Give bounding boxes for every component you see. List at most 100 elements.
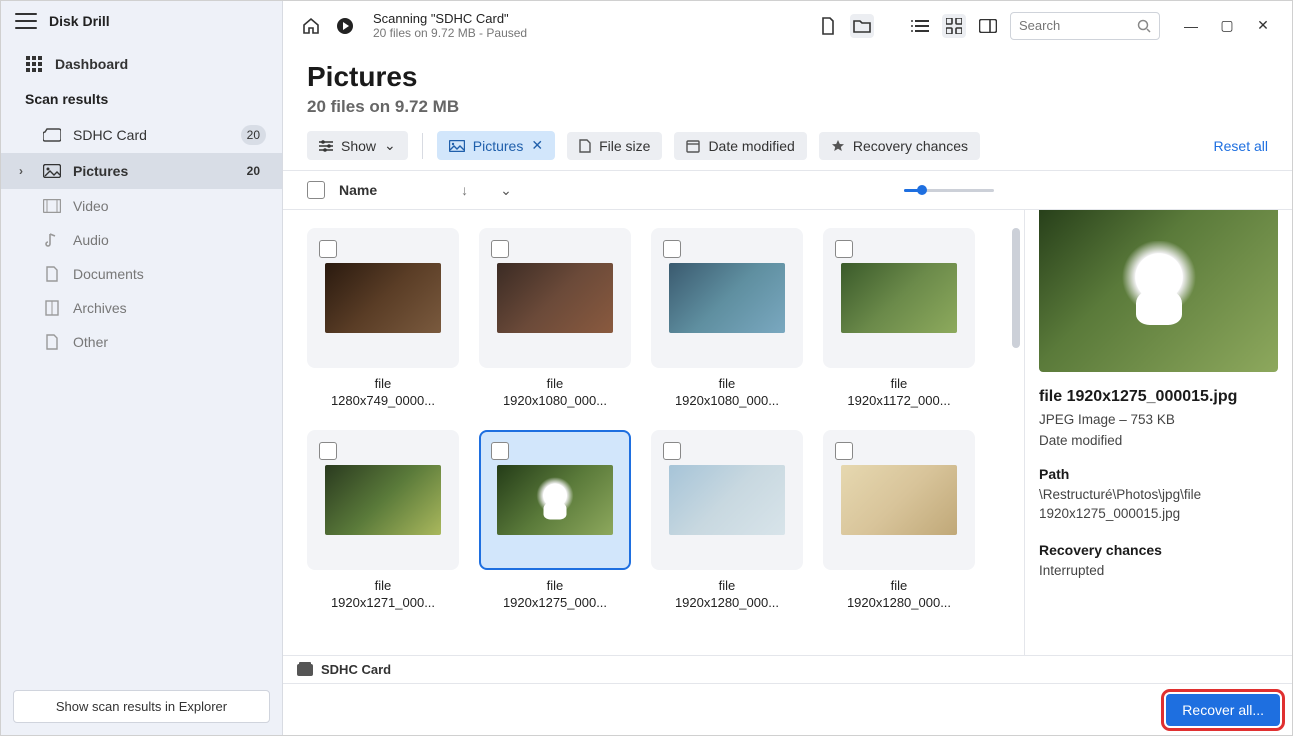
thumbnail-checkbox[interactable] <box>319 442 337 460</box>
music-icon <box>43 231 61 249</box>
status-bar: SDHC Card <box>283 655 1292 683</box>
thumbnail[interactable] <box>307 430 459 570</box>
thumbnail-image <box>841 465 957 535</box>
thumbnail[interactable] <box>823 228 975 368</box>
scan-subtitle: 20 files on 9.72 MB - Paused <box>373 26 527 40</box>
select-all-checkbox[interactable] <box>307 181 325 199</box>
main: Scanning "SDHC Card" 20 files on 9.72 MB… <box>283 1 1292 735</box>
folder-toggle-icon[interactable] <box>850 14 874 38</box>
sidebar-item-label: Documents <box>73 266 144 282</box>
reset-all-link[interactable]: Reset all <box>1214 138 1268 154</box>
thumbnail-card[interactable]: file1920x1280_000... <box>651 430 803 612</box>
file-icon <box>43 333 61 351</box>
detail-type-size: JPEG Image – 753 KB <box>1039 412 1278 427</box>
thumbnail[interactable] <box>823 430 975 570</box>
thumbnail-card[interactable]: file1920x1271_000... <box>307 430 459 612</box>
thumbnail-card[interactable]: file1920x1275_000... <box>479 430 631 612</box>
badge: 20 <box>241 125 266 145</box>
close-icon[interactable]: ✕ <box>1256 19 1270 33</box>
sidebar-item-label: SDHC Card <box>73 127 147 143</box>
remove-filter-icon[interactable]: ✕ <box>531 137 543 154</box>
thumbnail-card[interactable]: file1920x1080_000... <box>479 228 631 410</box>
thumbnail-checkbox[interactable] <box>835 240 853 258</box>
thumbnail-card[interactable]: file1920x1280_000... <box>823 430 975 612</box>
search-field[interactable] <box>1019 18 1119 33</box>
preview-image <box>1039 210 1278 372</box>
name-column[interactable]: Name <box>339 182 377 198</box>
thumbnail[interactable] <box>307 228 459 368</box>
sidebar-item-other[interactable]: Other <box>1 325 282 359</box>
thumbnail[interactable] <box>651 430 803 570</box>
doc-toggle-icon[interactable] <box>816 14 840 38</box>
file-icon <box>579 139 591 153</box>
sidebar: Disk Drill Dashboard Scan results SDHC C… <box>1 1 283 735</box>
sidebar-item-label: Audio <box>73 232 109 248</box>
detail-path-label: Path <box>1039 466 1278 482</box>
play-icon[interactable] <box>333 14 357 38</box>
sdcard-icon <box>297 664 313 676</box>
thumbnail-image <box>497 465 613 535</box>
thumbnail-checkbox[interactable] <box>835 442 853 460</box>
thumbnail-checkbox[interactable] <box>319 240 337 258</box>
thumbnail[interactable] <box>651 228 803 368</box>
detail-recovery-value: Interrupted <box>1039 562 1278 581</box>
thumbnail-filename: file1280x749_0000... <box>331 376 435 410</box>
thumbnail[interactable] <box>479 228 631 368</box>
sliders-icon <box>319 140 333 152</box>
sidebar-item-video[interactable]: Video <box>1 189 282 223</box>
image-icon <box>449 140 465 152</box>
badge: 20 <box>241 161 266 181</box>
recovery-chances-filter-chip[interactable]: Recovery chances <box>819 132 980 160</box>
sidebar-item-pictures[interactable]: › Pictures 20 <box>1 153 282 189</box>
zoom-slider[interactable] <box>904 189 994 192</box>
show-filter-chip[interactable]: Show ⌄ <box>307 131 408 160</box>
search-input[interactable] <box>1010 12 1160 40</box>
sidebar-item-sdhc[interactable]: SDHC Card 20 <box>1 117 282 153</box>
maximize-icon[interactable]: ▢ <box>1220 19 1234 33</box>
thumbnail[interactable] <box>479 430 631 570</box>
panel-toggle-icon[interactable] <box>976 14 1000 38</box>
thumbnail-checkbox[interactable] <box>491 442 509 460</box>
detail-recovery-label: Recovery chances <box>1039 542 1278 558</box>
thumbnail-checkbox[interactable] <box>663 442 681 460</box>
minimize-icon[interactable]: ― <box>1184 19 1198 33</box>
hamburger-icon[interactable] <box>15 13 37 29</box>
star-icon <box>831 139 845 153</box>
sidebar-item-label: Pictures <box>73 163 128 179</box>
file-size-filter-chip[interactable]: File size <box>567 132 662 160</box>
thumbnail-card[interactable]: file1920x1172_000... <box>823 228 975 410</box>
sidebar-item-label: Archives <box>73 300 127 316</box>
sidebar-item-documents[interactable]: Documents <box>1 257 282 291</box>
thumbnail-filename: file1920x1275_000... <box>503 578 607 612</box>
thumbnail-checkbox[interactable] <box>663 240 681 258</box>
recover-all-button[interactable]: Recover all... <box>1166 694 1280 726</box>
scrollbar[interactable] <box>1012 228 1020 348</box>
sidebar-item-dashboard[interactable]: Dashboard <box>1 47 282 81</box>
image-icon <box>43 162 61 180</box>
film-icon <box>43 197 61 215</box>
chevron-down-icon[interactable]: ⌄ <box>500 182 512 199</box>
thumbnail-image <box>325 465 441 535</box>
list-view-icon[interactable] <box>908 14 932 38</box>
document-icon <box>43 265 61 283</box>
thumbnail-card[interactable]: file1920x1080_000... <box>651 228 803 410</box>
sidebar-item-label: Other <box>73 334 108 350</box>
home-icon[interactable] <box>299 14 323 38</box>
show-in-explorer-button[interactable]: Show scan results in Explorer <box>13 690 270 723</box>
divider <box>422 133 423 159</box>
calendar-icon <box>686 139 700 153</box>
detail-panel: file 1920x1275_000015.jpg JPEG Image – 7… <box>1024 210 1292 655</box>
thumbnail-filename: file1920x1280_000... <box>847 578 951 612</box>
thumbnail-grid: file1280x749_0000... file1920x1080_000...… <box>307 228 1000 612</box>
thumbnail-filename: file1920x1080_000... <box>675 376 779 410</box>
filter-bar: Show ⌄ Pictures ✕ File size Date modifie… <box>283 131 1292 170</box>
archive-icon <box>43 299 61 317</box>
thumbnail-checkbox[interactable] <box>491 240 509 258</box>
sidebar-item-audio[interactable]: Audio <box>1 223 282 257</box>
sidebar-item-archives[interactable]: Archives <box>1 291 282 325</box>
grid-view-icon[interactable] <box>942 14 966 38</box>
chevron-down-icon: ⌄ <box>384 137 396 154</box>
thumbnail-card[interactable]: file1280x749_0000... <box>307 228 459 410</box>
date-modified-filter-chip[interactable]: Date modified <box>674 132 806 160</box>
pictures-filter-chip[interactable]: Pictures ✕ <box>437 131 555 160</box>
